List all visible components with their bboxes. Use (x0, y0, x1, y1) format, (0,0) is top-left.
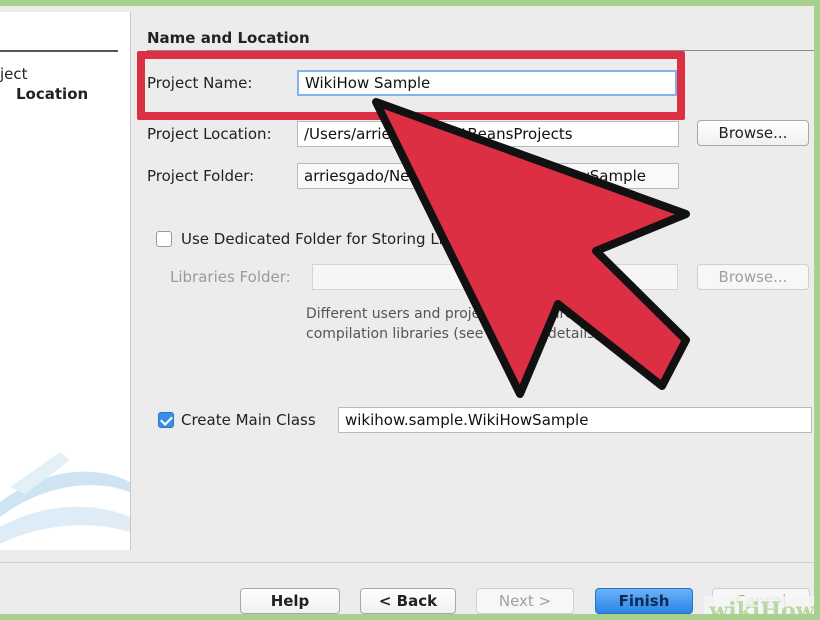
pointer-arrow-icon (372, 98, 690, 398)
netbeans-new-project-dialog: ject Location Name and Location Project … (0, 0, 820, 620)
wikihow-watermark: wikiHow (704, 596, 814, 614)
